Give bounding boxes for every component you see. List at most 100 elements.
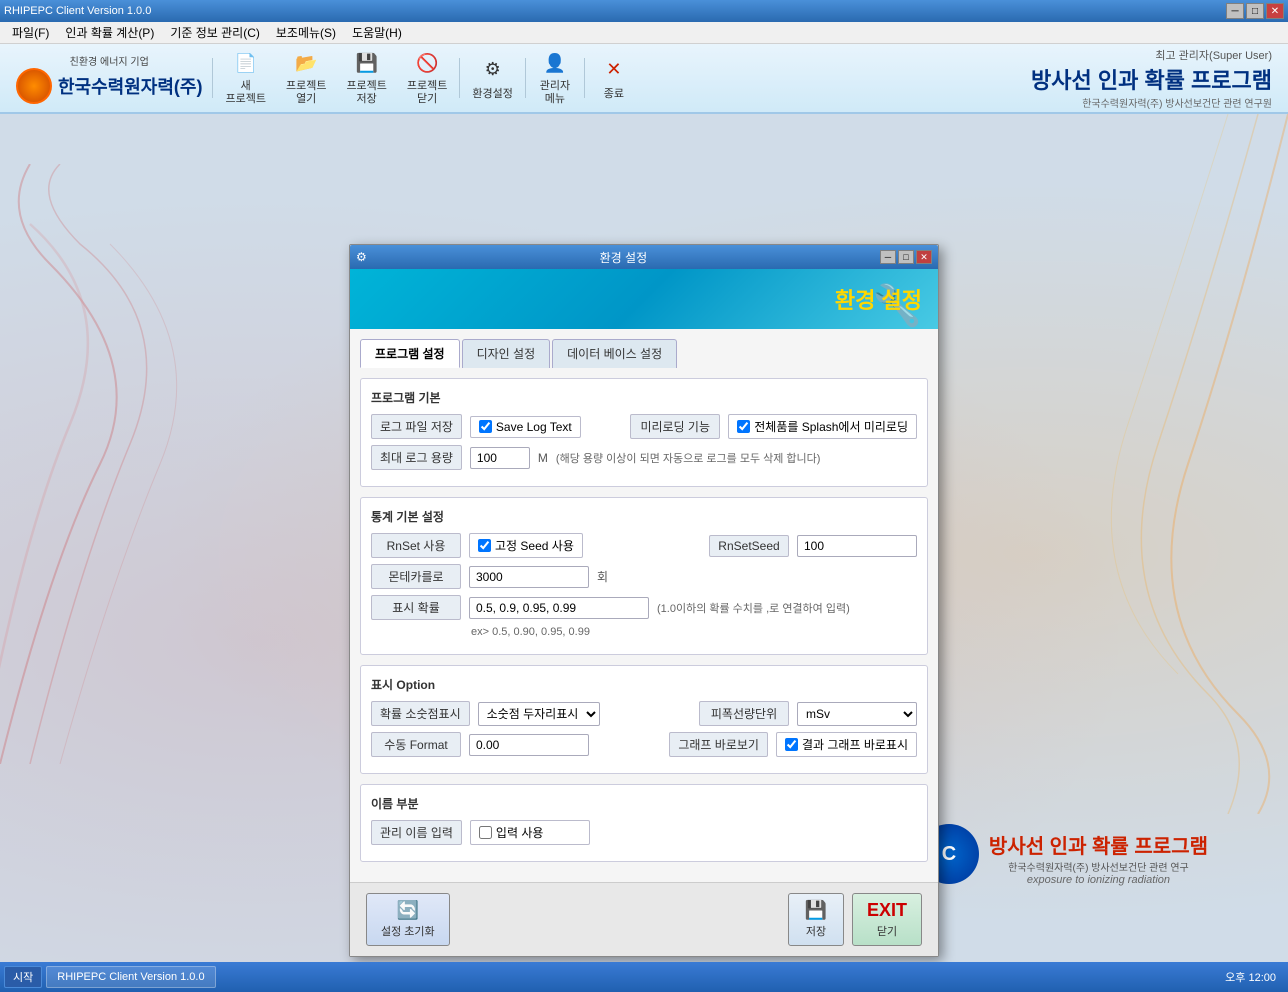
company-logo-icon [16,68,52,104]
admin-menu-icon: 👤 [541,50,569,78]
app-header: 친환경 에너지 기업 한국수력원자력(주) 📄 새프로젝트 📂 프로젝트열기 💾… [0,44,1288,114]
manual-format-label: 수동 Format [371,732,461,757]
montecarlo-label: 몬테카를로 [371,564,461,589]
dialog-minimize-button[interactable]: ─ [880,250,896,264]
input-use-checkbox-label[interactable]: 입력 사용 [470,820,590,845]
app-main-title: 방사선 인과 확률 프로그램 [1031,63,1272,95]
dialog-tabs: 프로그램 설정 디자인 설정 데이터 베이스 설정 [360,339,928,368]
preview-text: 전체품를 Splash에서 미리로딩 [754,418,908,435]
menu-file[interactable]: 파일(F) [4,22,57,43]
manual-format-input[interactable] [469,734,589,756]
close-dialog-icon: EXIT [867,900,907,921]
toolbar: 📄 새프로젝트 📂 프로젝트열기 💾 프로젝트저장 🚫 프로젝트닫기 ⚙ 환경설… [212,46,638,110]
montecarlo-unit: 회 [597,568,608,585]
dialog-close-button[interactable]: ✕ [916,250,932,264]
graph-checkbox-label[interactable]: 결과 그래프 바로표시 [776,732,917,757]
prob-decimal-label: 확률 소숫점표시 [371,701,470,726]
graph-checkbox[interactable] [785,738,798,751]
display-prob-note: (1.0이하의 확률 수치를 ,로 연결하여 입력) [657,600,850,616]
start-button[interactable]: 시작 [4,966,42,988]
new-project-button[interactable]: 📄 새프로젝트 [217,46,273,110]
new-project-label: 새프로젝트 [225,80,265,106]
taskbar-time: 오후 12:00 [1225,969,1284,985]
reset-icon: 🔄 [397,900,419,921]
tab-design-settings[interactable]: 디자인 설정 [462,339,551,368]
separator-3 [525,58,526,98]
open-project-button[interactable]: 📂 프로젝트열기 [278,46,334,110]
menu-help[interactable]: 도움말(H) [344,22,410,43]
program-basics-section: 프로그램 기본 로그 파일 저장 Save Log Text 미리로딩 기능 [360,378,928,487]
modal-overlay: ⚙ 환경 설정 ─ □ ✕ 환경 설정 🔧 프로그램 설정 디자인 설정 [0,114,1288,992]
save-button[interactable]: 💾 저장 [788,893,844,946]
close-dialog-label: 닫기 [877,923,897,939]
statistics-title: 통계 기본 설정 [371,508,917,525]
menu-tools[interactable]: 보조메뉴(S) [268,22,344,43]
company-name: 한국수력원자력(주) [58,73,202,99]
input-use-checkbox[interactable] [479,826,492,839]
rnset-seed-input[interactable] [797,535,917,557]
statistics-section: 통계 기본 설정 RnSet 사용 고정 Seed 사용 RnSetSeed [360,497,928,655]
dialog-content: 프로그램 설정 디자인 설정 데이터 베이스 설정 프로그램 기본 로그 파일 … [350,329,938,882]
max-log-unit: M [538,451,548,465]
montecarlo-input[interactable] [469,566,589,588]
save-project-button[interactable]: 💾 프로젝트저장 [338,46,394,110]
display-prob-example-row: ex> 0.5, 0.90, 0.95, 0.99 [371,626,917,638]
env-settings-icon: ⚙ [479,55,507,83]
max-log-note: (해당 용량 이상이 되면 자동으로 로그를 모두 삭제 합니다) [556,450,821,466]
exposure-unit-select[interactable]: mSv Sv mGy Gy [797,702,917,726]
logo-area: 친환경 에너지 기업 한국수력원자력(주) [16,53,202,104]
save-icon: 💾 [805,900,827,921]
separator-4 [584,58,585,98]
close-project-button[interactable]: 🚫 프로젝트닫기 [399,46,455,110]
name-section-title: 이름 부분 [371,795,917,812]
menu-info[interactable]: 기준 정보 관리(C) [162,22,268,43]
menu-calc[interactable]: 인과 확률 계산(P) [57,22,162,43]
app-title: RHIPEPC Client Version 1.0.0 [4,5,151,17]
close-button[interactable]: ✕ [1266,3,1284,19]
name-section: 이름 부분 관리 이름 입력 입력 사용 [360,784,928,862]
preview-label: 미리로딩 기능 [630,414,720,439]
admin-name-row: 관리 이름 입력 입력 사용 [371,820,917,845]
env-settings-label: 환경설정 [472,85,512,101]
max-log-input[interactable] [470,447,530,469]
admin-menu-button[interactable]: 👤 관리자메뉴 [530,46,580,110]
save-project-label: 프로젝트저장 [346,80,386,106]
reset-button[interactable]: 🔄 설정 초기화 [366,893,450,946]
dialog-footer: 🔄 설정 초기화 💾 저장 EXIT 닫기 [350,882,938,956]
save-project-icon: 💾 [353,50,381,78]
manual-format-row: 수동 Format 그래프 바로보기 결과 그래프 바로표시 [371,732,917,757]
log-save-label: 로그 파일 저장 [371,414,462,439]
env-settings-button[interactable]: ⚙ 환경설정 [464,51,520,105]
new-project-icon: 📄 [232,50,260,78]
close-dialog-button[interactable]: EXIT 닫기 [852,893,922,946]
log-save-row: 로그 파일 저장 Save Log Text 미리로딩 기능 전체품를 Spla… [371,414,917,439]
maximize-button[interactable]: □ [1246,3,1264,19]
rnset-checkbox[interactable] [478,539,491,552]
log-save-checkbox-label[interactable]: Save Log Text [470,416,581,438]
display-prob-input[interactable] [469,597,649,619]
exit-button[interactable]: ✕ 종료 [589,51,639,105]
separator-2 [459,58,460,98]
settings-dialog: ⚙ 환경 설정 ─ □ ✕ 환경 설정 🔧 프로그램 설정 디자인 설정 [349,244,939,957]
rnset-checkbox-label[interactable]: 고정 Seed 사용 [469,533,583,558]
prob-decimal-select[interactable]: 소숫점 두자리표시 소숫점 세자리표시 소숫점 네자리표시 [478,702,600,726]
minimize-button[interactable]: ─ [1226,3,1244,19]
tab-database-settings[interactable]: 데이터 베이스 설정 [552,339,677,368]
tab-program-settings[interactable]: 프로그램 설정 [360,339,460,368]
admin-name-label: 관리 이름 입력 [371,820,462,845]
log-save-checkbox[interactable] [479,420,492,433]
rnset-row: RnSet 사용 고정 Seed 사용 RnSetSeed [371,533,917,558]
log-save-text: Save Log Text [496,420,572,434]
app-subtitle: 한국수력원자력(주) 방사선보건단 관련 연구원 [1031,95,1272,110]
header-left: 친환경 에너지 기업 한국수력원자력(주) 📄 새프로젝트 📂 프로젝트열기 💾… [16,46,639,110]
open-project-icon: 📂 [292,50,320,78]
display-prob-label: 표시 확률 [371,595,461,620]
preview-checkbox[interactable] [737,420,750,433]
preview-checkbox-label[interactable]: 전체품를 Splash에서 미리로딩 [728,414,917,439]
dialog-banner-title: 환경 설정 [835,283,922,315]
background-area: C 방사선 인과 확률 프로그램 한국수력원자력(주) 방사선보건단 관련 연구… [0,114,1288,992]
taskbar-app-item[interactable]: RHIPEPC Client Version 1.0.0 [46,966,215,988]
program-basics-title: 프로그램 기본 [371,389,917,406]
dialog-maximize-button[interactable]: □ [898,250,914,264]
rnset-label: RnSet 사용 [371,533,461,558]
